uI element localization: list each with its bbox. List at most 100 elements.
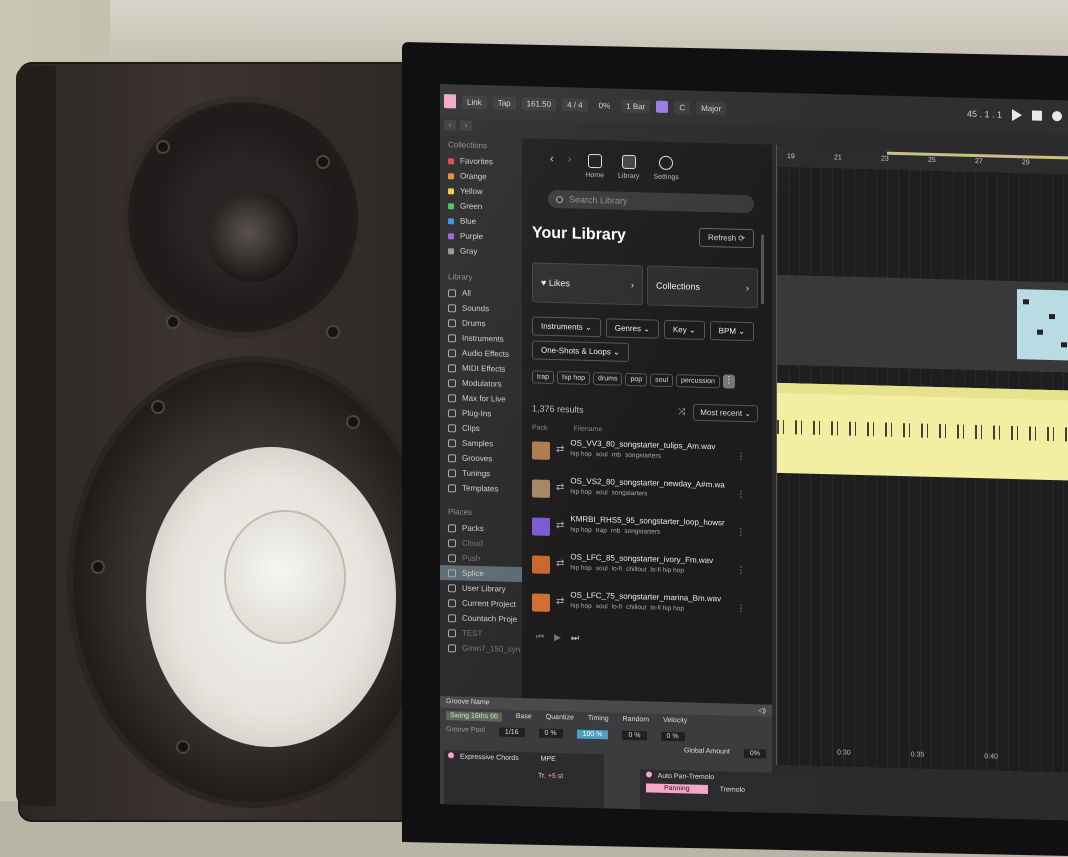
sample-tag[interactable]: soul [596, 451, 608, 458]
sample-tag[interactable]: hip hop [570, 450, 591, 458]
groove-item[interactable]: Swing 16ths 66 [446, 711, 502, 722]
refresh-button[interactable]: Refresh ⟳ [699, 227, 754, 249]
library-list: All Sounds Drums Instruments Audio Effects MI… [440, 285, 522, 497]
time-ruler[interactable]: 0:30 0:35 0:40 [837, 749, 998, 760]
more-options-icon[interactable]: ⋮ [736, 489, 745, 500]
transpose-value[interactable]: +5 st [548, 773, 563, 780]
search-input[interactable]: Search Library [548, 189, 754, 214]
filter-chip[interactable]: Key ⌄ [663, 319, 705, 340]
sample-tag[interactable]: songstarters [612, 489, 648, 497]
base-select[interactable]: 1/16 [498, 727, 525, 738]
tag-chip[interactable]: pop [625, 372, 648, 386]
device-on-icon[interactable] [448, 752, 454, 759]
sample-row[interactable]: ⇄ OS_LFC_85_songstarter_ivory_Fm.wav hip h… [532, 551, 772, 589]
library-item[interactable]: Templates [440, 480, 522, 497]
more-options-icon[interactable]: ⋮ [736, 451, 745, 462]
back-icon[interactable]: ‹ [444, 120, 456, 131]
record-icon[interactable] [1052, 111, 1062, 122]
forward-arrow-icon[interactable]: › [568, 153, 572, 165]
bar-ruler[interactable]: 19212325272931 [777, 144, 1068, 175]
previous-icon[interactable]: ⏮ [536, 632, 544, 643]
collection-item[interactable]: Gray [440, 243, 522, 260]
sample-tag[interactable]: lo-fi [612, 565, 622, 572]
more-options-icon[interactable]: ⋮ [736, 565, 745, 576]
link-button[interactable]: Link [462, 95, 487, 109]
col-pack[interactable]: Pack [532, 424, 548, 431]
more-tags-icon[interactable]: ⋮ [722, 374, 735, 389]
tag-chip[interactable]: trap [532, 369, 555, 384]
sample-row[interactable]: ⇄ OS_VV3_80_songstarter_tulips_Am.wav hip … [532, 437, 772, 475]
sample-row[interactable]: ⇄ OS_LFC_75_songstarter_marina_Bm.wav hip … [532, 589, 772, 627]
timing-value[interactable]: 100 % [576, 729, 609, 740]
play-icon[interactable] [1012, 108, 1022, 122]
filter-chip[interactable]: One-Shots & Loops ⌄ [532, 340, 629, 362]
nav-home[interactable]: Home [585, 153, 604, 179]
filter-chip[interactable]: Genres ⌄ [605, 318, 659, 339]
tag-chip[interactable]: soul [650, 373, 674, 387]
sample-row[interactable]: ⇄ OS_VS2_80_songstarter_newday_A#m.wa hip … [532, 475, 772, 513]
sample-tag[interactable]: trap [596, 527, 607, 534]
sample-tag[interactable]: hip hop [570, 564, 591, 572]
likes-card[interactable]: ♥ Likes › [532, 262, 643, 306]
quantize-menu[interactable]: 1 Bar [621, 99, 651, 114]
forward-icon[interactable]: › [460, 120, 472, 131]
scale-select[interactable]: Major [696, 101, 727, 115]
tremolo-tab[interactable]: Tremolo [720, 786, 745, 794]
midi-note[interactable] [1023, 299, 1029, 305]
filter-chip[interactable]: BPM ⌄ [709, 321, 754, 342]
midi-note[interactable] [1037, 329, 1043, 335]
time-signature[interactable]: 4 / 4 [562, 97, 588, 112]
midi-clip[interactable] [1017, 289, 1068, 361]
panning-tab[interactable]: Panning [646, 783, 708, 795]
panel-scrollbar[interactable] [761, 234, 764, 305]
live-logo-icon[interactable] [444, 94, 456, 109]
tap-button[interactable]: Tap [492, 95, 516, 110]
stop-icon[interactable] [1032, 110, 1042, 121]
sample-tag[interactable]: hip hop [570, 526, 591, 534]
scale-icon[interactable] [656, 100, 669, 113]
place-item[interactable]: Gmin7_150_syn [440, 640, 522, 657]
sample-tag[interactable]: lo-fi [612, 603, 622, 610]
speaker-icon[interactable]: ◁) [758, 706, 766, 714]
sample-tag[interactable]: chillout [626, 566, 646, 574]
sample-tag[interactable]: hip hop [570, 488, 591, 496]
tag-chip[interactable]: percussion [676, 373, 720, 388]
tag-chip[interactable]: hip hop [557, 370, 591, 385]
col-filename[interactable]: Filename [574, 425, 603, 433]
back-arrow-icon[interactable]: ‹ [550, 153, 554, 165]
sample-tag[interactable]: chillout [626, 604, 646, 612]
more-options-icon[interactable]: ⋮ [736, 603, 745, 614]
tempo-field[interactable]: 161.50 [521, 96, 557, 111]
velocity-value[interactable]: 0 % [660, 731, 685, 742]
sample-tag[interactable]: songstarters [625, 452, 661, 460]
nav-library[interactable]: Library [618, 154, 639, 180]
sort-select[interactable]: Most recent ⌄ [693, 403, 758, 423]
global-amount-value[interactable]: 0% [743, 748, 766, 759]
random-value[interactable]: 0 % [622, 730, 647, 741]
sample-tag[interactable]: lo-fi hip hop [650, 567, 684, 575]
place-label: Cloud [462, 538, 483, 549]
sample-tag[interactable]: rnb [612, 451, 621, 458]
sample-tag[interactable]: rnb [611, 527, 620, 534]
key-select[interactable]: C [674, 100, 691, 115]
arrangement-position[interactable]: 45 . 1 . 1 [967, 109, 1002, 120]
device-on-icon[interactable] [646, 771, 652, 778]
play-preview-icon[interactable]: ▶ [554, 632, 561, 643]
quantize-value[interactable]: 0 % [538, 728, 563, 739]
filter-chip[interactable]: Instruments ⌄ [532, 316, 601, 338]
midi-note[interactable] [1061, 342, 1067, 348]
midi-note[interactable] [1049, 313, 1055, 320]
sample-row[interactable]: ⇄ KMRBI_RHS5_95_songstarter_loop_howsr hip… [532, 513, 772, 551]
more-options-icon[interactable]: ⋮ [736, 527, 745, 538]
nav-settings[interactable]: Settings [653, 155, 679, 181]
sample-tag[interactable]: soul [596, 603, 608, 610]
sample-tag[interactable]: soul [596, 489, 608, 496]
collections-card[interactable]: Collections › [647, 265, 758, 309]
sample-tag[interactable]: songstarters [624, 528, 660, 536]
tag-chip[interactable]: drums [593, 371, 623, 386]
shuffle-icon[interactable]: ⤨ [678, 406, 685, 417]
sample-tag[interactable]: lo-fi hip hop [650, 605, 684, 613]
sample-tag[interactable]: hip hop [570, 602, 591, 610]
next-icon[interactable]: ⏭ [571, 632, 579, 643]
sample-tag[interactable]: soul [596, 565, 608, 572]
